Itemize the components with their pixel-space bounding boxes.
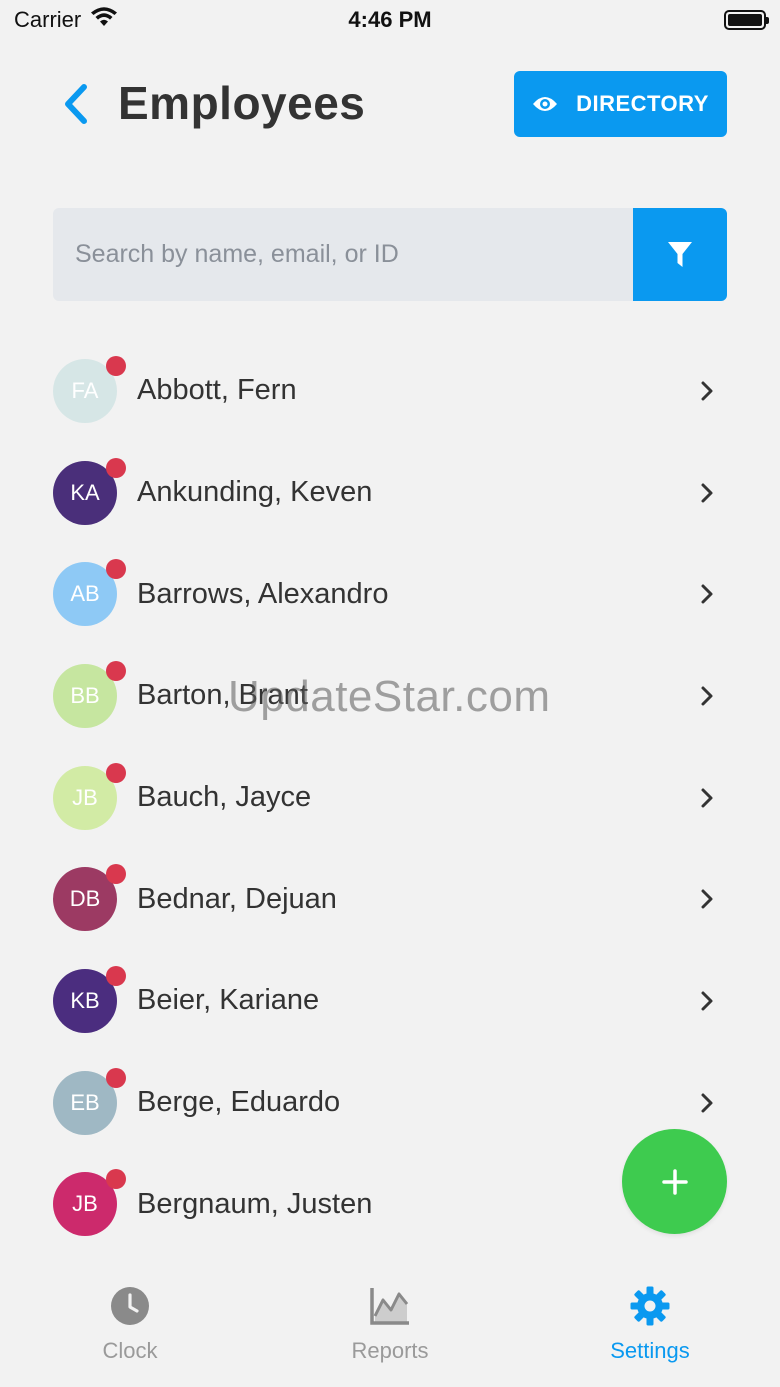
filter-icon bbox=[668, 241, 692, 267]
directory-label: DIRECTORY bbox=[576, 91, 709, 116]
list-item[interactable]: BB Barton, Brant bbox=[0, 645, 780, 747]
avatar-initials: AB bbox=[70, 581, 100, 607]
list-item[interactable]: AB Barrows, Alexandro bbox=[0, 543, 780, 645]
avatar-initials: BB bbox=[70, 682, 100, 708]
employee-name: Bauch, Jayce bbox=[137, 781, 312, 814]
avatar-initials: JB bbox=[72, 784, 98, 810]
status-bar: Carrier 4:46 PM bbox=[0, 0, 780, 40]
header: Employees DIRECTORY bbox=[0, 70, 780, 138]
status-dot bbox=[106, 1169, 126, 1190]
chevron-right-icon bbox=[700, 379, 716, 403]
avatar-initials: DB bbox=[69, 886, 101, 912]
employee-name: Bergnaum, Justen bbox=[137, 1187, 373, 1220]
employee-list: FA Abbott, Fern KA Ankunding, Keven AB B… bbox=[0, 340, 780, 1255]
eye-icon bbox=[533, 97, 558, 111]
battery-icon bbox=[724, 10, 769, 30]
avatar: JB bbox=[53, 762, 126, 830]
list-item[interactable]: KB Beier, Kariane bbox=[0, 950, 780, 1052]
filter-button[interactable] bbox=[633, 208, 727, 301]
gear-icon bbox=[630, 1286, 670, 1326]
back-button[interactable] bbox=[56, 80, 96, 128]
status-dot bbox=[106, 965, 126, 986]
avatar-initials: KA bbox=[70, 479, 100, 505]
chevron-right-icon bbox=[700, 1091, 716, 1115]
employee-name: Barrows, Alexandro bbox=[137, 577, 389, 610]
page-title: Employees bbox=[118, 77, 366, 129]
avatar: DB bbox=[53, 864, 126, 932]
chart-icon bbox=[370, 1288, 409, 1325]
chevron-right-icon bbox=[700, 989, 716, 1013]
list-item[interactable]: JB Bauch, Jayce bbox=[0, 747, 780, 849]
list-item[interactable]: FA Abbott, Fern bbox=[0, 340, 780, 442]
avatar: AB bbox=[53, 559, 126, 627]
tab-reports[interactable]: Reports bbox=[260, 1272, 520, 1387]
avatar-initials: FA bbox=[71, 377, 99, 403]
tab-label: Clock bbox=[102, 1338, 158, 1363]
chevron-right-icon bbox=[700, 684, 716, 708]
tab-bar: Clock Reports Settings bbox=[0, 1272, 780, 1387]
avatar-initials: EB bbox=[70, 1089, 100, 1115]
employee-name: Abbott, Fern bbox=[137, 374, 297, 407]
chevron-right-icon bbox=[700, 887, 716, 911]
search-bar bbox=[53, 208, 727, 301]
status-dot bbox=[106, 559, 126, 580]
avatar: KB bbox=[53, 965, 126, 1033]
list-item[interactable]: KA Ankunding, Keven bbox=[0, 442, 780, 544]
directory-button[interactable]: DIRECTORY bbox=[514, 71, 727, 137]
chevron-right-icon bbox=[700, 582, 716, 606]
tab-clock[interactable]: Clock bbox=[0, 1272, 260, 1387]
status-dot bbox=[106, 355, 126, 376]
avatar: BB bbox=[53, 660, 126, 728]
avatar: EB bbox=[53, 1067, 126, 1135]
status-time: 4:46 PM bbox=[348, 7, 432, 32]
status-dot bbox=[106, 660, 126, 681]
avatar: JB bbox=[53, 1169, 126, 1237]
tab-label: Reports bbox=[351, 1338, 429, 1363]
avatar-initials: KB bbox=[70, 987, 100, 1013]
status-dot bbox=[106, 864, 126, 885]
status-dot bbox=[106, 762, 126, 783]
avatar: FA bbox=[53, 355, 126, 423]
tab-settings[interactable]: Settings bbox=[520, 1272, 780, 1387]
tab-label: Settings bbox=[610, 1338, 690, 1363]
chevron-left-icon bbox=[65, 84, 87, 124]
employee-name: Barton, Brant bbox=[137, 679, 308, 712]
employee-name: Ankunding, Keven bbox=[137, 476, 373, 509]
search-input[interactable] bbox=[53, 208, 633, 301]
list-item[interactable]: DB Bednar, Dejuan bbox=[0, 848, 780, 950]
employee-name: Berge, Eduardo bbox=[137, 1086, 341, 1119]
employee-name: Beier, Kariane bbox=[137, 984, 320, 1017]
status-dot bbox=[106, 457, 126, 478]
status-dot bbox=[106, 1067, 126, 1088]
chevron-right-icon bbox=[700, 786, 716, 810]
plus-icon bbox=[661, 1168, 688, 1195]
employee-name: Bednar, Dejuan bbox=[137, 882, 337, 915]
chevron-right-icon bbox=[700, 481, 716, 505]
avatar: KA bbox=[53, 457, 126, 525]
avatar-initials: JB bbox=[72, 1191, 98, 1217]
add-employee-button[interactable] bbox=[622, 1129, 727, 1234]
clock-icon bbox=[111, 1287, 149, 1325]
